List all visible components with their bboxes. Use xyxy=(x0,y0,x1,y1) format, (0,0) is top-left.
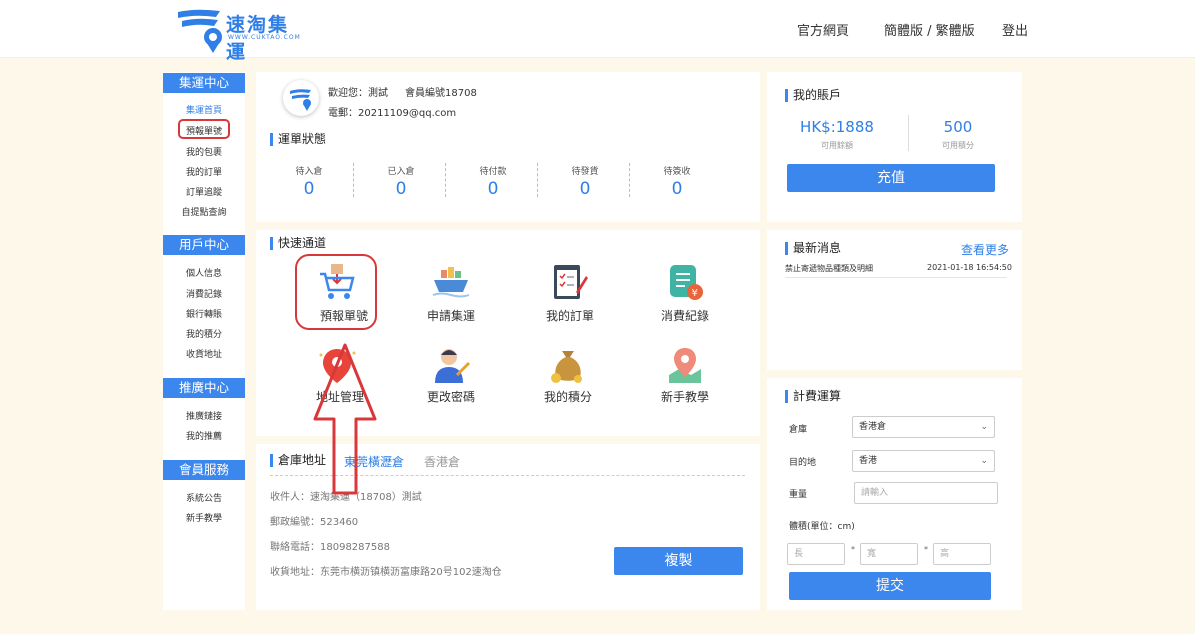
sidebar-item-order-tracking[interactable]: 訂單追蹤 xyxy=(163,185,245,198)
quick-label-apply-shipping: 申請集運 xyxy=(426,309,475,323)
tab-hongkong[interactable]: 香港倉 xyxy=(424,453,460,470)
account-title: 我的賬戶 xyxy=(785,89,841,102)
address-text: 收貨地址：东莞市横沥镇横沥富康路20号102速淘仓 xyxy=(270,567,502,578)
warehouse-select-value: 香港倉 xyxy=(859,422,887,432)
multiply-sign: * xyxy=(924,545,928,554)
points-label: 可用積分 xyxy=(942,141,974,150)
points-value: 500 xyxy=(943,118,973,136)
phone-text: 聯絡電話：18098287588 xyxy=(270,542,390,553)
sidebar-item-my-orders[interactable]: 我的訂單 xyxy=(163,165,245,178)
highlight-box-sidebar xyxy=(178,119,230,139)
member-number: 會員編號18708 xyxy=(405,88,477,99)
submit-button[interactable]: 提交 xyxy=(789,572,991,600)
sidebar-item-promo-link[interactable]: 推廣鏈接 xyxy=(163,409,245,422)
status-value-in-warehouse[interactable]: 0 xyxy=(371,179,431,199)
avatar[interactable] xyxy=(283,80,319,116)
sidebar-item-my-packages[interactable]: 我的包裹 xyxy=(163,145,245,158)
news-divider xyxy=(785,277,1007,278)
width-input[interactable]: 寬 xyxy=(860,543,918,565)
weight-input[interactable]: 請輸入 xyxy=(854,482,998,504)
status-title: 運單狀態 xyxy=(270,133,326,146)
logo-pin-icon xyxy=(178,9,222,53)
money-bag-icon xyxy=(551,351,582,383)
quick-label-tutorial: 新手教學 xyxy=(660,390,709,404)
quick-label-consumption: 消費紀錄 xyxy=(660,309,709,323)
cargo-ship-icon xyxy=(432,267,470,298)
status-divider xyxy=(445,163,446,197)
postcode-text: 郵政編號：523460 xyxy=(270,517,359,528)
volume-label: 體積(單位：cm) xyxy=(789,522,855,532)
clipboard-order-icon xyxy=(554,265,588,299)
header-bar: 速淘集運 WWW.CUKTAO.COM 官方網頁 簡體版 / 繁體版 登出 xyxy=(0,0,1195,63)
account-divider xyxy=(908,115,909,151)
news-more-link[interactable]: 查看更多 xyxy=(961,241,1009,258)
up-arrow-icon xyxy=(313,343,377,495)
nav-logout[interactable]: 登出 xyxy=(1002,20,1028,39)
sidebar-item-address[interactable]: 收貨地址 xyxy=(163,347,245,360)
status-label-pending-pay: 待付款 xyxy=(479,167,507,177)
news-item-text[interactable]: 禁止寄遞物品種類及明細 xyxy=(785,263,873,274)
logo-subtext: WWW.CUKTAO.COM xyxy=(228,34,301,41)
welcome-text: 歡迎您：測試 xyxy=(328,88,388,99)
news-title: 最新消息 xyxy=(785,242,841,255)
warehouse-select[interactable]: 香港倉 ⌄ xyxy=(852,416,995,438)
destination-select[interactable]: 香港 ⌄ xyxy=(852,450,995,472)
sidebar-item-pickup-query[interactable]: 自提點查詢 xyxy=(163,205,245,218)
receipt-yen-icon: ¥ xyxy=(670,265,703,300)
chevron-down-icon: ⌄ xyxy=(980,456,988,466)
sidebar-item-consumption[interactable]: 消費記錄 xyxy=(163,287,245,300)
avatar-logo-icon xyxy=(290,89,311,111)
sidebar-head-promotion: 推廣中心 xyxy=(163,378,245,398)
warehouse-select-label: 倉庫 xyxy=(789,425,808,435)
destination-select-value: 香港 xyxy=(859,456,878,466)
highlight-box-quick xyxy=(295,254,377,330)
sidebar-head-member: 會員服務 xyxy=(163,460,245,480)
nav-official-site[interactable]: 官方網頁 xyxy=(797,20,849,39)
status-divider xyxy=(629,163,630,197)
sidebar-item-bank-transfer[interactable]: 銀行轉賬 xyxy=(163,307,245,320)
multiply-sign: * xyxy=(851,545,855,554)
sidebar-item-shipping-home[interactable]: 集運首頁 xyxy=(163,103,245,116)
status-divider xyxy=(537,163,538,197)
quick-access-title: 快速通道 xyxy=(270,237,326,250)
sidebar-head-shipping: 集運中心 xyxy=(163,73,245,93)
weight-label: 重量 xyxy=(789,490,808,500)
nav-language-switch[interactable]: 簡體版 / 繁體版 xyxy=(884,20,975,39)
map-pin-icon xyxy=(669,348,701,383)
dest-select-label: 目的地 xyxy=(789,458,817,468)
status-value-pending-pay[interactable]: 0 xyxy=(463,179,523,199)
email-text: 電郵：20211109@qq.com xyxy=(328,108,457,119)
sidebar-head-user: 用戶中心 xyxy=(163,235,245,255)
sidebar-item-my-referrals[interactable]: 我的推薦 xyxy=(163,429,245,442)
balance-value: HK$:1888 xyxy=(800,118,874,136)
quick-label-my-orders: 我的訂單 xyxy=(545,309,594,323)
balance-label: 可用餘額 xyxy=(821,141,853,150)
quick-label-my-points: 我的積分 xyxy=(543,390,592,404)
logo[interactable]: 速淘集運 WWW.CUKTAO.COM xyxy=(176,6,306,63)
status-value-pending-in[interactable]: 0 xyxy=(279,179,339,199)
recharge-button[interactable]: 充值 xyxy=(787,164,995,192)
status-value-pending-receive[interactable]: 0 xyxy=(647,179,707,199)
status-label-pending-in: 待入倉 xyxy=(295,167,323,177)
calc-title: 計費運算 xyxy=(785,390,841,403)
status-divider xyxy=(353,163,354,197)
copy-button[interactable]: 複製 xyxy=(614,547,743,575)
status-label-pending-receive: 待簽收 xyxy=(663,167,691,177)
sidebar-item-profile[interactable]: 個人信息 xyxy=(163,266,245,279)
height-input[interactable]: 高 xyxy=(933,543,991,565)
status-label-in-warehouse: 已入倉 xyxy=(387,167,415,177)
sidebar-item-tutorial[interactable]: 新手教學 xyxy=(163,511,245,524)
sidebar-item-my-points[interactable]: 我的積分 xyxy=(163,327,245,340)
news-item-date: 2021-01-18 16:54:50 xyxy=(927,263,1012,272)
quick-label-change-password: 更改密碼 xyxy=(426,390,475,404)
user-key-icon xyxy=(435,349,471,383)
length-input[interactable]: 長 xyxy=(787,543,845,565)
status-value-pending-ship[interactable]: 0 xyxy=(555,179,615,199)
svg-text:¥: ¥ xyxy=(692,288,698,299)
sidebar-item-announcements[interactable]: 系統公告 xyxy=(163,491,245,504)
status-label-pending-ship: 待發貨 xyxy=(571,167,599,177)
chevron-down-icon: ⌄ xyxy=(980,422,988,432)
